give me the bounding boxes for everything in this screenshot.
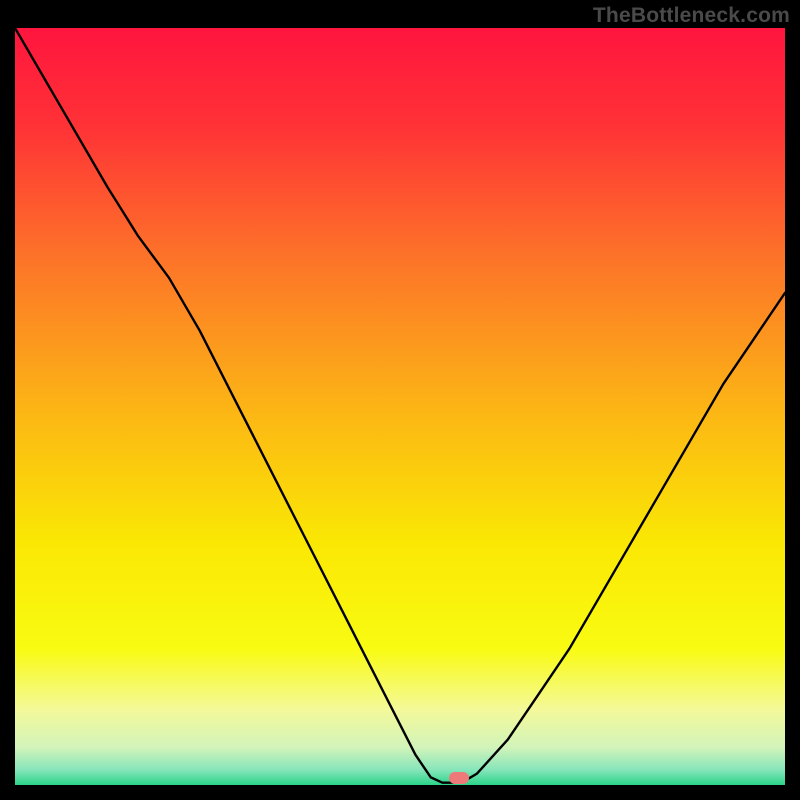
gradient-background xyxy=(15,28,785,785)
watermark-text: TheBottleneck.com xyxy=(593,4,790,28)
bottleneck-chart xyxy=(15,28,785,785)
chart-frame: TheBottleneck.com xyxy=(0,0,800,800)
optimal-point-marker xyxy=(449,772,469,784)
